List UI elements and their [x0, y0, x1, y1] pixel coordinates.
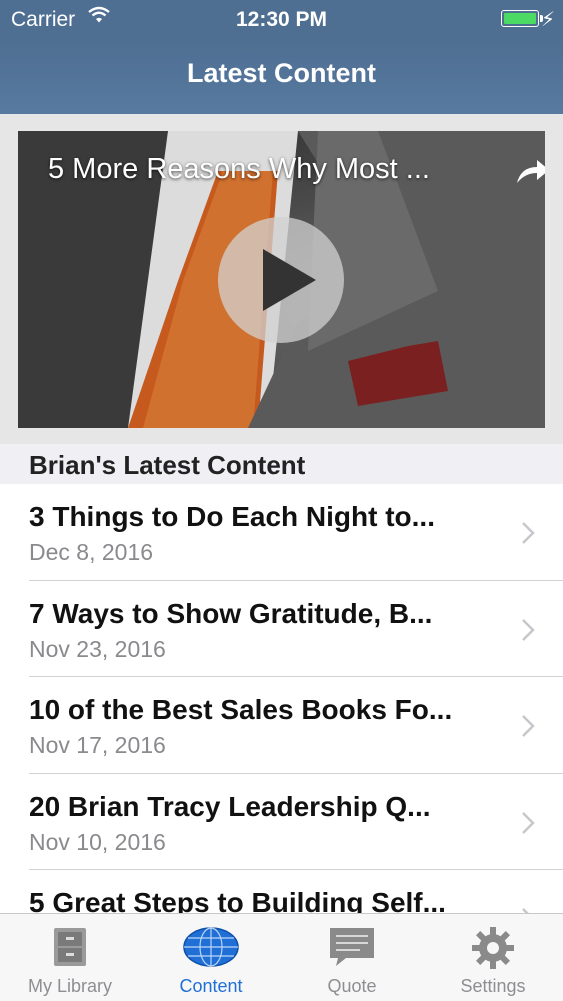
list-item[interactable]: 7 Ways to Show Gratitude, B... Nov 23, 2… — [29, 581, 563, 677]
chevron-right-icon — [521, 811, 535, 840]
play-button[interactable] — [218, 217, 344, 343]
play-icon — [263, 249, 316, 311]
status-bar: Carrier 12:30 PM ⚡ — [0, 0, 563, 38]
tab-label: Quote — [327, 976, 377, 996]
page-title: Latest Content — [187, 58, 376, 88]
list-item[interactable]: 3 Things to Do Each Night to... Dec 8, 2… — [29, 484, 563, 581]
chevron-right-icon — [521, 714, 535, 743]
gear-icon — [471, 926, 515, 975]
video-container: 5 More Reasons Why Most ... — [0, 114, 563, 444]
item-date: Nov 10, 2016 — [29, 828, 166, 855]
tab-label: Settings — [460, 976, 526, 996]
video-player[interactable]: 5 More Reasons Why Most ... — [18, 131, 545, 428]
list-item[interactable]: 20 Brian Tracy Leadership Q... Nov 10, 2… — [29, 774, 563, 870]
item-date: Nov 23, 2016 — [29, 635, 166, 662]
tab-settings[interactable]: Settings — [423, 914, 563, 1001]
tab-content[interactable]: Content — [141, 914, 281, 1001]
video-title: 5 More Reasons Why Most ... — [48, 153, 430, 185]
battery-icon — [501, 10, 539, 27]
speech-bubble-icon — [328, 926, 376, 973]
section-header: Brian's Latest Content — [0, 444, 563, 484]
chevron-right-icon — [521, 618, 535, 647]
tab-label: Content — [179, 976, 243, 996]
cabinet-icon — [52, 926, 88, 973]
chevron-right-icon — [521, 521, 535, 550]
globe-icon — [183, 926, 239, 973]
item-title: 7 Ways to Show Gratitude, B... — [29, 597, 433, 629]
navigation-bar: Latest Content — [0, 38, 563, 114]
tab-my-library[interactable]: My Library — [0, 914, 140, 1001]
tab-quote[interactable]: Quote — [282, 914, 422, 1001]
content-list: 3 Things to Do Each Night to... Dec 8, 2… — [0, 484, 563, 967]
item-date: Nov 17, 2016 — [29, 732, 166, 758]
item-date: Dec 8, 2016 — [29, 539, 154, 565]
item-title: 20 Brian Tracy Leadership Q... — [29, 790, 431, 822]
list-item[interactable]: 10 of the Best Sales Books Fo... Nov 17,… — [29, 677, 563, 774]
charging-icon: ⚡ — [540, 9, 555, 31]
item-title: 10 of the Best Sales Books Fo... — [29, 694, 453, 725]
tab-bar: My Library Content Quote Settings — [0, 913, 563, 1001]
clock: 12:30 PM — [235, 8, 328, 31]
section-title: Brian's Latest Content — [29, 450, 306, 480]
tab-label: My Library — [27, 976, 112, 996]
item-title: 3 Things to Do Each Night to... — [29, 501, 435, 532]
